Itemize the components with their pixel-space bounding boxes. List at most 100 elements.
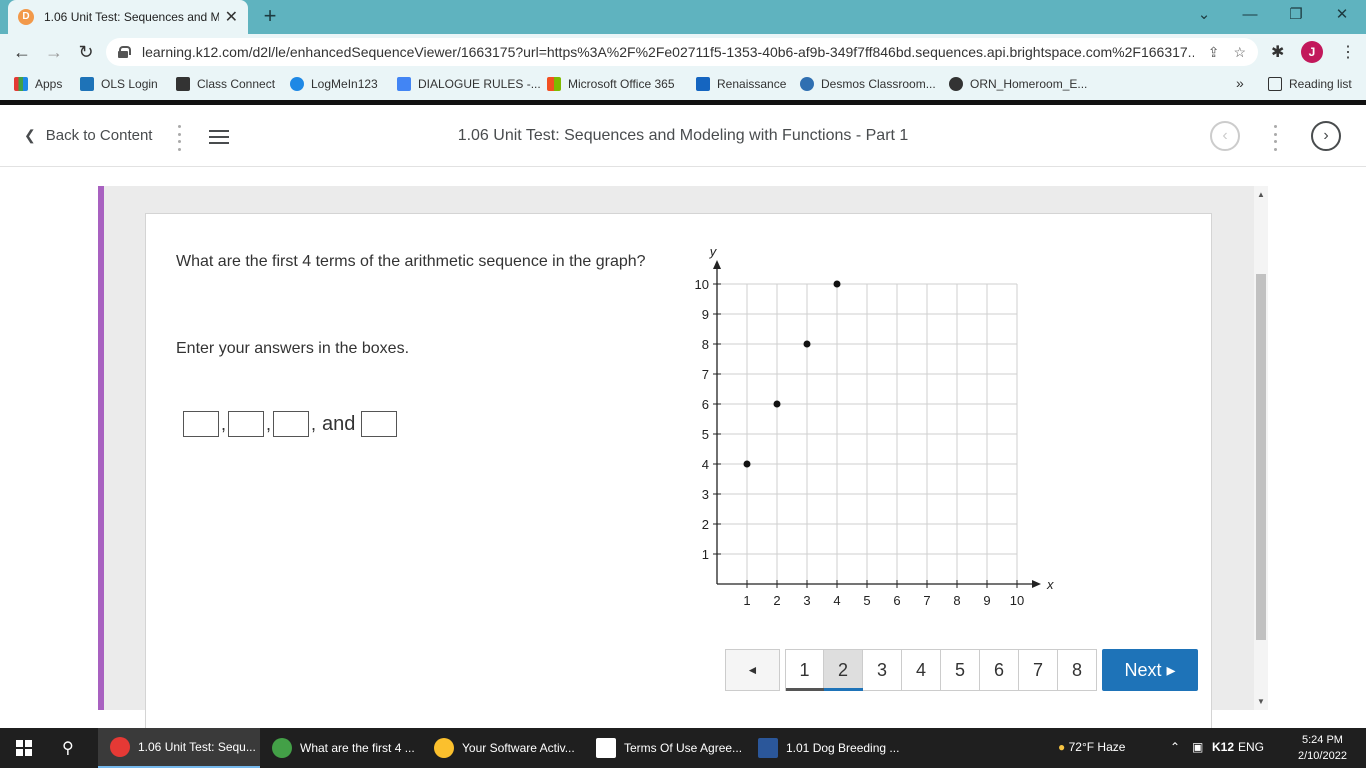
y-tick-label: 6 xyxy=(702,397,709,412)
tab-close-icon[interactable]: ✕ xyxy=(225,7,238,27)
answer-box-4[interactable] xyxy=(361,411,398,437)
page-button-4[interactable]: 4 xyxy=(902,649,941,691)
data-point xyxy=(803,340,811,348)
bookmark-label: Class Connect xyxy=(197,77,276,91)
windows-start-icon[interactable] xyxy=(16,740,32,756)
scrollbar-thumb[interactable] xyxy=(1256,274,1266,640)
y-tick-label: 4 xyxy=(702,457,709,472)
bookmark-label: Microsoft Office 365 xyxy=(568,77,675,91)
next-question-button[interactable]: Next ▸ xyxy=(1102,649,1198,691)
desmos-icon xyxy=(800,77,814,91)
data-point xyxy=(833,280,841,288)
previous-topic-button[interactable]: ‹ xyxy=(1210,121,1240,151)
search-icon[interactable]: ⚲ xyxy=(62,738,74,758)
question-pagination: ◄ 1 2 3 4 5 6 7 8 Next ▸ xyxy=(725,649,1198,691)
chrome-icon xyxy=(110,737,130,757)
page-button-6[interactable]: 6 xyxy=(980,649,1019,691)
y-axis-arrow-icon xyxy=(713,260,721,269)
answer-box-1[interactable] xyxy=(183,411,219,437)
lock-icon[interactable] xyxy=(118,46,131,58)
scroll-up-arrow-icon[interactable]: ▲ xyxy=(1254,190,1268,199)
next-topic-button[interactable]: › xyxy=(1311,121,1341,151)
taskbar-app-label: Terms Of Use Agree... xyxy=(624,741,743,755)
answer-box-2[interactable] xyxy=(228,411,265,437)
reading-list-button[interactable]: Reading list xyxy=(1268,77,1352,91)
page-button-3[interactable]: 3 xyxy=(863,649,902,691)
page-button-8[interactable]: 8 xyxy=(1058,649,1097,691)
y-tick-label: 9 xyxy=(702,307,709,322)
taskbar-app-chrome-question[interactable]: What are the first 4 ... xyxy=(260,728,422,768)
extensions-puzzle-icon[interactable]: ✱ xyxy=(1271,42,1284,62)
bookmark-ols-login[interactable]: OLS Login xyxy=(80,77,158,91)
page-button-1[interactable]: 1 xyxy=(785,649,825,691)
browser-toolbar: ← → ↻ learning.k12.com/d2l/le/enhancedSe… xyxy=(0,34,1366,70)
and-text: and xyxy=(322,412,356,435)
scroll-down-arrow-icon[interactable]: ▼ xyxy=(1254,697,1268,706)
chrome-icon xyxy=(434,738,454,758)
new-tab-button[interactable]: + xyxy=(258,4,282,30)
plus-circle-icon xyxy=(290,77,304,91)
show-hidden-icons-icon[interactable]: ⌃ xyxy=(1170,740,1180,754)
weather-widget[interactable]: ● 72°F Haze xyxy=(1058,740,1125,754)
doc-icon xyxy=(397,77,411,91)
page-button-7[interactable]: 7 xyxy=(1019,649,1058,691)
question-text: What are the first 4 terms of the arithm… xyxy=(176,253,646,270)
bookmark-logmein[interactable]: LogMeIn123 xyxy=(290,77,378,91)
minimize-button[interactable]: — xyxy=(1230,4,1270,26)
forward-arrow-icon[interactable]: → xyxy=(42,40,66,64)
bookmark-dialogue-rules[interactable]: DIALOGUE RULES -... xyxy=(397,77,541,91)
clock-time: 5:24 PM xyxy=(1301,734,1343,746)
y-tick-label: 3 xyxy=(702,487,709,502)
reading-list-icon xyxy=(1268,77,1282,91)
menu-hamburger-icon[interactable] xyxy=(209,130,229,144)
bookmark-office-365[interactable]: Microsoft Office 365 xyxy=(547,77,675,91)
back-arrow-icon[interactable]: ← xyxy=(10,40,34,64)
taskbar-app-chrome-software[interactable]: Your Software Activ... xyxy=(422,728,584,768)
browser-tab-active[interactable]: D 1.06 Unit Test: Sequences and Mo ✕ xyxy=(8,0,248,34)
share-icon[interactable]: ⇪ xyxy=(1208,44,1220,61)
system-clock[interactable]: 5:24 PM 2/10/2022 xyxy=(1298,732,1347,764)
back-to-content-link[interactable]: ❮ Back to Content xyxy=(24,127,152,144)
x-tick-label: 5 xyxy=(863,593,870,608)
x-axis-label: x xyxy=(1046,577,1054,592)
bookmark-renaissance[interactable]: Renaissance xyxy=(696,77,786,91)
x-tick-label: 7 xyxy=(923,593,930,608)
bookmarks-overflow-button[interactable]: » xyxy=(1236,75,1244,91)
reload-icon[interactable]: ↻ xyxy=(74,40,98,64)
bookmark-star-icon[interactable]: ☆ xyxy=(1233,44,1246,61)
x-tick-label: 3 xyxy=(803,593,810,608)
apps-grid-icon xyxy=(14,77,28,91)
y-tick-label: 2 xyxy=(702,517,709,532)
bookmark-class-connect[interactable]: Class Connect xyxy=(176,77,275,91)
taskbar-app-word[interactable]: 1.01 Dog Breeding ... xyxy=(746,728,908,768)
page-button-5[interactable]: 5 xyxy=(941,649,980,691)
page-button-2[interactable]: 2 xyxy=(824,649,863,691)
language-indicator[interactable]: ENG xyxy=(1238,740,1264,754)
document-icon xyxy=(596,738,616,758)
bookmark-label: LogMeIn123 xyxy=(311,77,378,91)
video-icon xyxy=(176,77,190,91)
taskbar-app-terms-of-use[interactable]: Terms Of Use Agree... xyxy=(584,728,746,768)
bookmark-apps[interactable]: Apps xyxy=(14,77,62,91)
k12-tray[interactable]: K12 xyxy=(1212,740,1234,754)
taskbar-app-chrome-test[interactable]: 1.06 Unit Test: Sequ... xyxy=(98,728,260,768)
instruction-text: Enter your answers in the boxes. xyxy=(176,340,410,357)
answer-box-3[interactable] xyxy=(273,411,310,437)
bookmark-desmos[interactable]: Desmos Classroom... xyxy=(800,77,936,91)
network-icon[interactable]: ▣ xyxy=(1192,740,1203,754)
bookmark-orn-homeroom[interactable]: ORN_Homeroom_E... xyxy=(949,77,1087,91)
profile-avatar[interactable]: J xyxy=(1301,41,1323,63)
bookmark-label: Renaissance xyxy=(717,77,787,91)
restore-button[interactable]: ❐ xyxy=(1276,4,1316,26)
y-tick-label: 7 xyxy=(702,367,709,382)
tab-search-icon[interactable]: ⌄ xyxy=(1184,4,1224,26)
previous-question-button[interactable]: ◄ xyxy=(725,649,780,691)
bookmark-label: DIALOGUE RULES -... xyxy=(418,77,541,91)
x-tick-label: 6 xyxy=(893,593,900,608)
browser-tab-bar: D 1.06 Unit Test: Sequences and Mo ✕ + ⌄… xyxy=(0,0,1366,34)
ms-icon xyxy=(547,77,561,91)
data-point xyxy=(773,400,781,408)
address-bar[interactable]: learning.k12.com/d2l/le/enhancedSequence… xyxy=(106,38,1258,66)
chrome-menu-icon[interactable]: ⋮ xyxy=(1340,42,1356,62)
close-window-button[interactable]: ✕ xyxy=(1322,4,1362,26)
